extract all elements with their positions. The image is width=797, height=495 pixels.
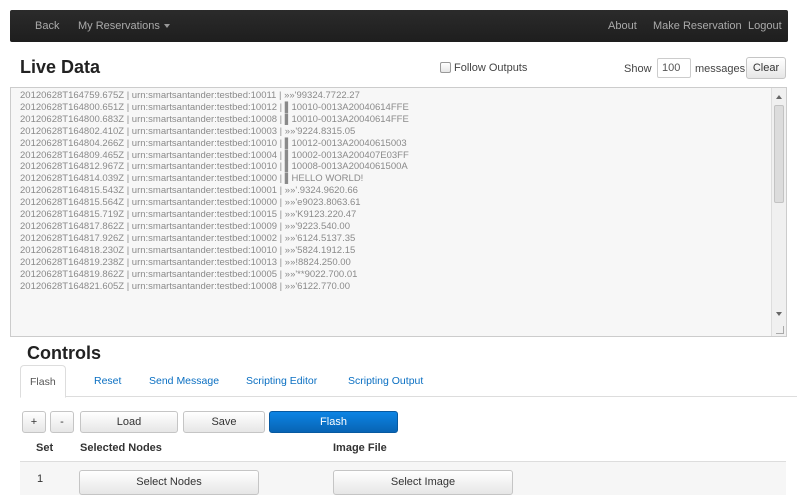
log-scrollbar[interactable]	[771, 88, 786, 336]
log-line: 20120628T164759.675Z | urn:smartsantande…	[20, 90, 360, 101]
tab-scripting-output[interactable]: Scripting Output	[348, 365, 423, 397]
log-line: 20120628T164802.410Z | urn:smartsantande…	[20, 125, 356, 137]
scroll-up-arrow-icon[interactable]	[776, 95, 782, 99]
set-number: 1	[37, 473, 44, 485]
log-line: 20120628T164818.230Z | urn:smartsantande…	[20, 244, 356, 256]
show-label: Show	[624, 63, 652, 75]
follow-outputs-checkbox[interactable]	[440, 62, 451, 73]
nav-about-link[interactable]: About	[608, 10, 637, 42]
scroll-down-arrow-icon[interactable]	[776, 312, 782, 316]
log-line: 20120628T164817.862Z | urn:smartsantande…	[20, 220, 350, 232]
controls-tabs: Flash Reset Send Message Scripting Edito…	[20, 365, 797, 398]
log-lines: 20120628T164759.675Z | urn:smartsantande…	[20, 90, 409, 292]
tab-flash[interactable]: Flash	[20, 365, 66, 398]
add-set-button[interactable]: +	[22, 411, 46, 433]
message-count-input[interactable]	[657, 58, 691, 78]
tab-reset[interactable]: Reset	[94, 365, 121, 397]
log-line: 20120628T164804.266Z | urn:smartsantande…	[20, 137, 407, 149]
follow-outputs-label: Follow Outputs	[454, 62, 528, 74]
log-line: 20120628T164815.719Z | urn:smartsantande…	[20, 209, 357, 221]
log-line: 20120628T164800.683Z | urn:smartsantande…	[20, 113, 409, 125]
load-button[interactable]: Load	[80, 411, 178, 433]
top-navbar: Back My Reservations About Make Reservat…	[10, 10, 788, 42]
column-header-selected-nodes: Selected Nodes	[80, 442, 162, 454]
log-line: 20120628T164817.926Z | urn:smartsantande…	[20, 232, 356, 244]
controls-title: Controls	[27, 343, 101, 363]
scroll-thumb[interactable]	[774, 105, 784, 203]
tab-scripting-editor[interactable]: Scripting Editor	[246, 365, 317, 397]
flash-button[interactable]: Flash	[269, 411, 398, 433]
nav-back-link[interactable]: Back	[35, 10, 59, 42]
tab-send-message[interactable]: Send Message	[149, 365, 219, 397]
log-line: 20120628T164812.967Z | urn:smartsantande…	[20, 161, 408, 173]
log-line: 20120628T164819.238Z | urn:smartsantande…	[20, 256, 351, 268]
resize-handle-icon[interactable]	[776, 326, 784, 334]
log-line: 20120628T164800.651Z | urn:smartsantande…	[20, 101, 409, 113]
nav-my-reservations-label: My Reservations	[78, 20, 160, 32]
select-nodes-button[interactable]: Select Nodes	[79, 470, 259, 495]
clear-button[interactable]: Clear	[746, 57, 786, 79]
column-header-set: Set	[36, 442, 54, 454]
messages-label: messages	[695, 63, 746, 75]
log-line: 20120628T164814.039Z | urn:smartsantande…	[20, 173, 364, 185]
nav-make-reservation-link[interactable]: Make Reservation	[653, 10, 742, 42]
nav-logout-link[interactable]: Logout	[748, 10, 782, 42]
remove-set-button[interactable]: -	[50, 411, 74, 433]
select-image-button[interactable]: Select Image	[333, 470, 513, 495]
chevron-down-icon	[163, 24, 170, 29]
save-button[interactable]: Save	[183, 411, 265, 433]
nav-my-reservations-dropdown[interactable]: My Reservations	[78, 10, 170, 42]
live-data-title: Live Data	[20, 57, 101, 77]
live-data-log[interactable]: 20120628T164759.675Z | urn:smartsantande…	[10, 87, 787, 337]
log-line: 20120628T164821.605Z | urn:smartsantande…	[20, 280, 350, 292]
log-line: 20120628T164815.564Z | urn:smartsantande…	[20, 197, 361, 209]
log-line: 20120628T164819.862Z | urn:smartsantande…	[20, 268, 358, 280]
log-line: 20120628T164815.543Z | urn:smartsantande…	[20, 185, 358, 197]
log-line: 20120628T164809.465Z | urn:smartsantande…	[20, 149, 409, 161]
column-header-image-file: Image File	[333, 442, 387, 454]
follow-outputs-toggle[interactable]: Follow Outputs	[440, 62, 527, 74]
